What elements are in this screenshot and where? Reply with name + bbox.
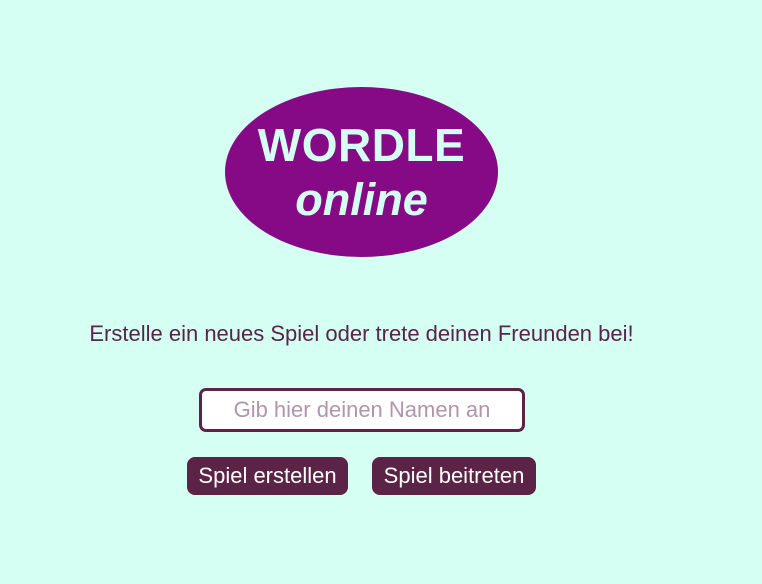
tagline: Erstelle ein neues Spiel oder trete dein… xyxy=(89,321,634,346)
wordle-logo: WORDLE online xyxy=(225,87,498,257)
player-name-input[interactable] xyxy=(199,388,525,432)
logo-subtitle: online xyxy=(295,174,428,225)
logo-title: WORDLE xyxy=(257,119,466,171)
join-game-button[interactable]: Spiel beitreten xyxy=(372,457,536,495)
create-game-button[interactable]: Spiel erstellen xyxy=(187,457,348,495)
